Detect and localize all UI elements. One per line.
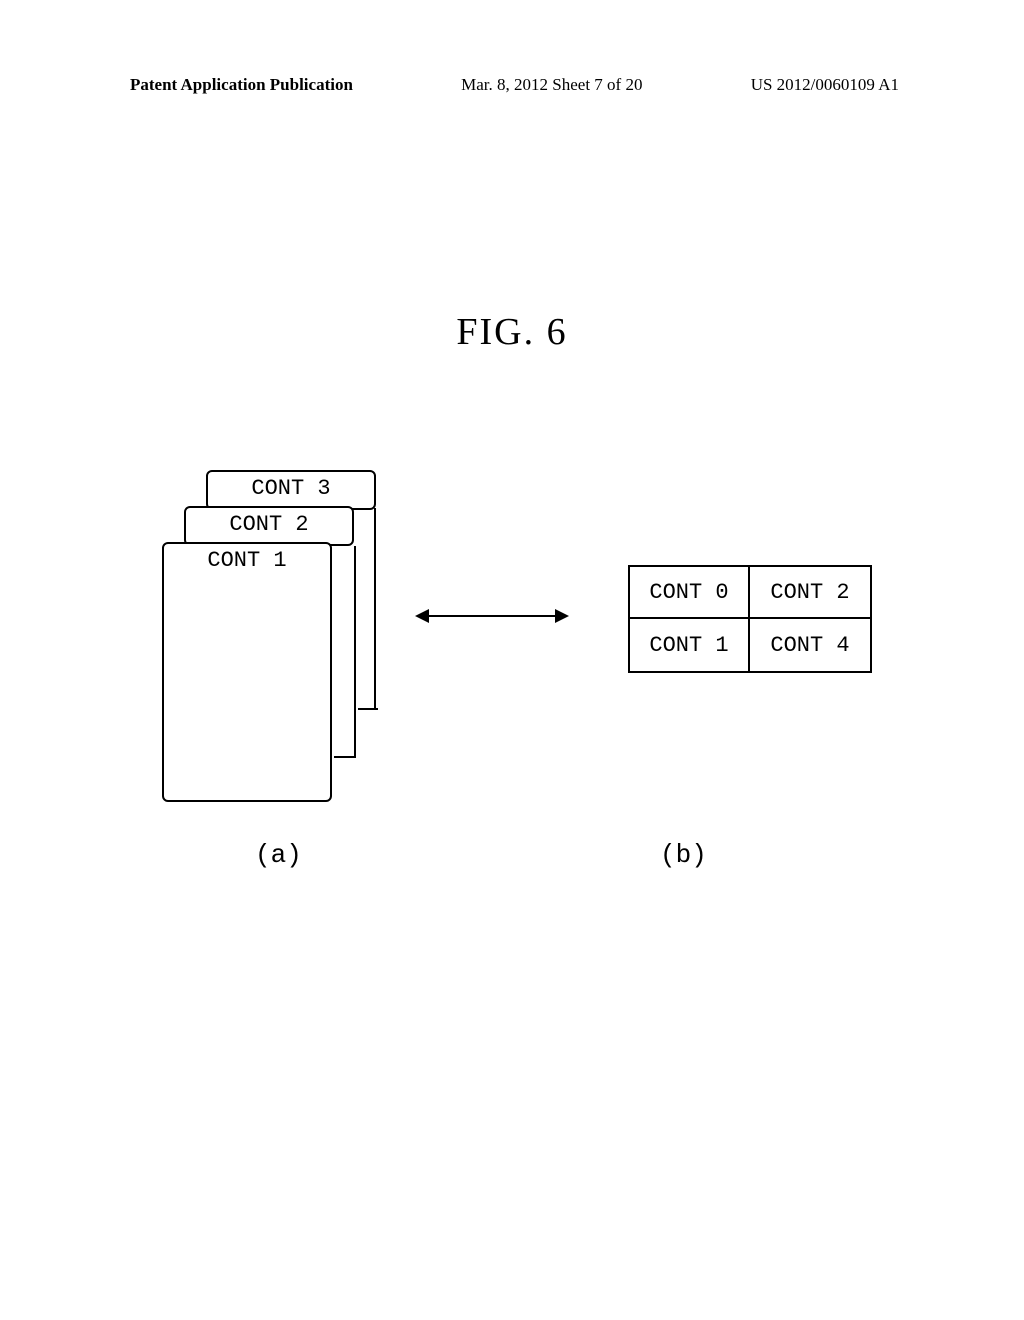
grid-cell-cont4: CONT 4 — [750, 619, 870, 671]
header-right: US 2012/0060109 A1 — [751, 75, 899, 95]
sublabel-b: (b) — [660, 840, 707, 870]
card-cont2: CONT 2 — [184, 506, 354, 546]
page-header: Patent Application Publication Mar. 8, 2… — [0, 75, 1024, 95]
content-grid: CONT 0 CONT 2 CONT 1 CONT 4 — [628, 565, 872, 673]
double-arrow-icon — [417, 615, 567, 617]
card-cont1: CONT 1 — [162, 542, 332, 802]
card-cont3: CONT 3 — [206, 470, 376, 510]
card2-edge-right — [354, 546, 356, 758]
header-center: Mar. 8, 2012 Sheet 7 of 20 — [461, 75, 642, 95]
grid-cell-cont0: CONT 0 — [630, 567, 750, 619]
card3-edge — [358, 708, 378, 710]
figure-diagram: CONT 3 CONT 2 CONT 1 CONT 0 CONT 2 CONT … — [152, 470, 872, 810]
card2-edge-bottom — [334, 756, 356, 758]
grid-cell-cont1: CONT 1 — [630, 619, 750, 671]
header-left: Patent Application Publication — [130, 75, 353, 95]
figure-title: FIG. 6 — [456, 310, 567, 354]
sublabel-a: (a) — [255, 840, 302, 870]
grid-cell-cont2: CONT 2 — [750, 567, 870, 619]
